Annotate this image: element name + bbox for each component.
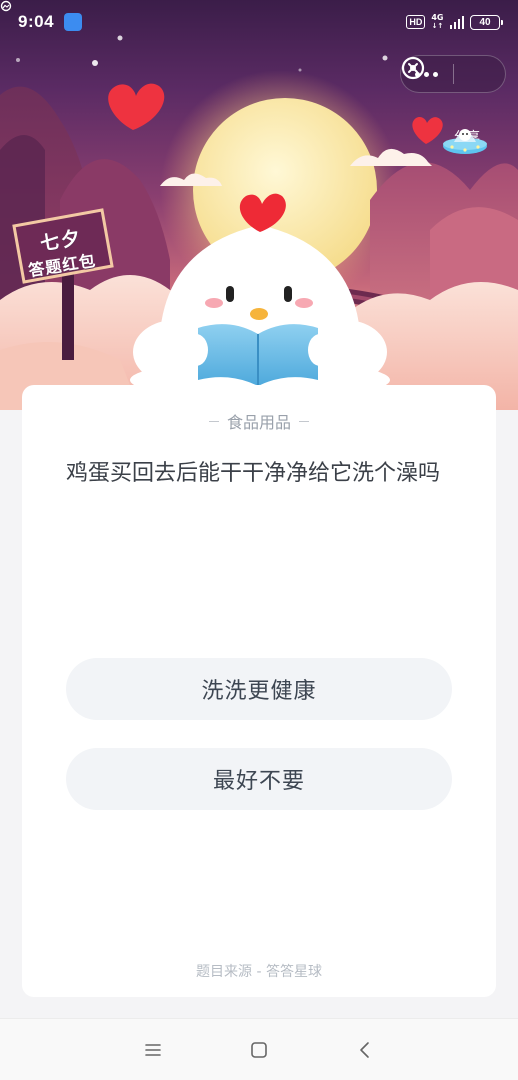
- mini-program-capsule: [400, 55, 506, 93]
- answer-option-1[interactable]: 洗洗更健康: [66, 658, 452, 720]
- network-type: 4G ↓↑: [431, 13, 444, 30]
- answer-option-2[interactable]: 最好不要: [66, 748, 452, 810]
- menu-lines-icon[interactable]: [133, 1030, 173, 1070]
- system-navigation-bar: [0, 1018, 518, 1080]
- quiz-card: 食品用品 鸡蛋买回去后能干干净净给它洗个澡吗 洗洗更健康 最好不要 题目来源 -…: [22, 385, 496, 997]
- hd-badge: HD: [406, 15, 426, 29]
- ufo-share-icon: [443, 129, 487, 154]
- category-dash-left: [208, 420, 219, 422]
- question-source: 题目来源 - 答答星球: [196, 964, 322, 980]
- status-bar: 9:04 HD 4G ↓↑ 40: [0, 0, 518, 44]
- signal-strength-icon: [449, 15, 464, 29]
- status-time: 9:04: [18, 12, 55, 31]
- battery-icon: 40: [470, 14, 503, 30]
- share-button[interactable]: 分享: [440, 122, 494, 188]
- gallery-app-icon: [0, 0, 83, 31]
- back-chevron-icon[interactable]: [345, 1030, 385, 1070]
- home-square-icon[interactable]: [239, 1030, 279, 1070]
- question-text: 鸡蛋买回去后能干干净净给它洗个澡吗: [66, 461, 441, 486]
- category-label: 食品用品: [226, 413, 291, 432]
- answer-option-label: 洗洗更健康: [201, 679, 317, 704]
- answer-option-label: 最好不要: [212, 769, 305, 794]
- close-circle-icon[interactable]: [401, 56, 505, 92]
- battery-level: 40: [479, 16, 491, 28]
- question-category: 食品用品: [22, 409, 496, 433]
- hero-banner: 9:04 HD 4G ↓↑ 40 七夕 答题红包: [0, 0, 518, 410]
- category-dash-right: [299, 420, 309, 422]
